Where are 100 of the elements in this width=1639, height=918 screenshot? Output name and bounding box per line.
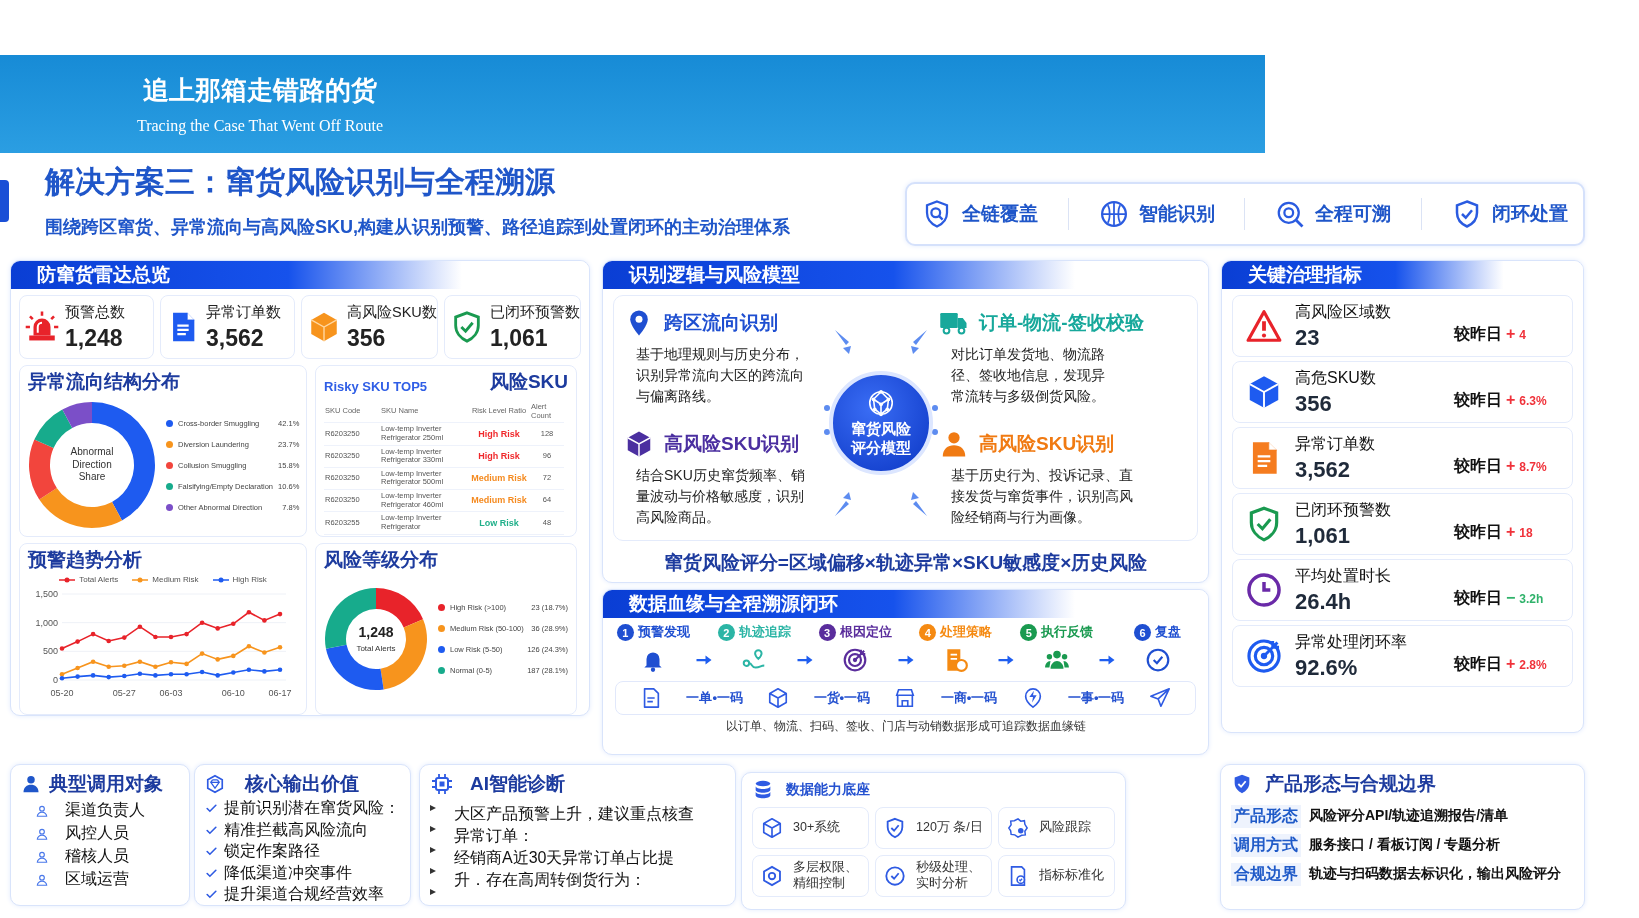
page-subtitle: 围绕跨区窜货、异常流向与高风险SKU,构建从识别预警、路径追踪到处置闭环的主动治理体系 [45, 216, 790, 239]
formula-text: 窜货风险评分=区域偏移×轨迹异常×SKU敏感度×历史风险 [662, 551, 1149, 575]
panel-title: 产品形态与合规边界 [1265, 772, 1436, 796]
tick-label: 05-20 [50, 688, 74, 698]
tick-label: 05-27 [112, 688, 136, 698]
section-header: 识别逻辑与风险模型 [603, 261, 1208, 289]
metric-label: 异常处理闭环率 [1295, 631, 1408, 652]
metric-value: 23 [1295, 324, 1321, 351]
shield-check-icon [884, 817, 906, 839]
tick-label: 06-10 [221, 688, 245, 698]
cube-icon [767, 687, 790, 709]
table-cell: High Risk [468, 445, 530, 468]
tick-label: 06-03 [159, 688, 183, 698]
tile-label: 精细控制 [793, 876, 846, 892]
chart-center-label: Total Alerts [355, 643, 397, 654]
section-header: 数据血缘与全程溯源闭环 [603, 590, 1208, 618]
row-label: 调用方式 [1231, 834, 1301, 857]
legend-dot [166, 461, 173, 469]
step-number: 4 [919, 624, 937, 641]
code-label: 一单•一码 [686, 689, 743, 707]
legend-label: High Risk [232, 575, 267, 584]
legend-dot [166, 419, 173, 427]
item-text: 结合SKU历史窜货频率、销量波动与价格敏感度，识别高风险商品。 [635, 466, 806, 527]
delta-sign: + [1506, 456, 1516, 475]
delta-sign: + [1506, 522, 1516, 541]
network-icon [866, 388, 896, 419]
compare-label: 较昨日 [1454, 323, 1502, 344]
banner-title: 追上那箱走错路的货 [143, 75, 377, 107]
user-icon [35, 826, 49, 841]
banner-subtitle: Tracing the Case That Went Off Route [136, 117, 384, 135]
tile-label: 120万 条/日 [916, 820, 983, 836]
cube-icon [761, 817, 783, 839]
delta-sign: + [1506, 324, 1516, 343]
tile-label: 秒级处理、 [916, 860, 981, 876]
metric-label: 高危SKU数 [1295, 367, 1377, 388]
list-item: 稽核人员 [65, 846, 129, 866]
legend-label: Total Alerts [79, 575, 119, 584]
section-header: 关键治理指标 [1222, 261, 1583, 289]
tile-label: 实时分析 [916, 876, 969, 892]
chart-title: 风险等级分布 [324, 549, 438, 570]
step-label: 根因定位 [839, 624, 892, 641]
step-label: 预警发现 [637, 624, 690, 641]
list-item: 区域运营 [65, 869, 129, 889]
chart-center-value: 1,248 [357, 624, 395, 642]
compare-label: 较昨日 [1454, 389, 1502, 410]
legend-label: Medium Risk [152, 575, 199, 584]
delta-value: 4 [1519, 327, 1527, 342]
tile-label: 30+系统 [793, 820, 841, 836]
store-icon [894, 687, 917, 709]
row-label: 合规边界 [1231, 863, 1301, 886]
user-icon [35, 803, 49, 818]
item-text: 对比订单发货地、物流路径、签收地信息，发现异常流转与多级倒货风险。 [950, 345, 1106, 406]
metric-label: 异常订单数 [1295, 433, 1376, 454]
tile-label: 风险跟踪 [1039, 820, 1091, 836]
chart-title: 预警趋势分析 [28, 549, 142, 570]
stat-label: 高风险SKU数 [347, 302, 437, 322]
tile-label: 指标标准化 [1039, 868, 1104, 884]
legend-dot [438, 667, 445, 674]
legend-line-icon [212, 576, 229, 583]
compare-label: 较昨日 [1454, 455, 1502, 476]
step-label: 复盘 [1155, 624, 1182, 641]
delta-sign: + [1506, 390, 1516, 409]
clock-icon [1245, 571, 1283, 609]
target-icon [1245, 637, 1283, 675]
row-value: 服务接口 / 看板订阅 / 专题分析 [1309, 835, 1502, 854]
row-label: 产品形态 [1231, 805, 1301, 828]
legend-dot [438, 625, 445, 632]
target-icon [842, 647, 869, 673]
person-icon [21, 774, 41, 794]
metric-label: 平均处置时长 [1295, 565, 1392, 586]
panel-title: 核心输出价值 [245, 772, 359, 796]
item-title: 跨区流向识别 [664, 311, 778, 335]
chart-title: 异常流向结构分布 [28, 371, 180, 392]
tick-label: 1,000 [35, 617, 58, 628]
list-item: 渠道负责人 [65, 800, 145, 820]
code-label: 一商•一码 [940, 689, 998, 707]
row-value: 风险评分API/轨迹追溯报告/清单 [1309, 806, 1510, 825]
stat-value: 1,248 [65, 324, 124, 352]
tick-label: 0 [53, 675, 58, 685]
table-cell: Low Risk [468, 512, 530, 535]
tick-label: 1,500 [35, 589, 58, 599]
panel-title: 数据能力底座 [786, 781, 870, 799]
page-title: 解决方案三：窜货风险识别与全程溯源 [45, 164, 556, 200]
feature-label: 全链覆盖 [961, 202, 1038, 226]
legend-dot [166, 440, 173, 448]
list-item: 提升渠道合规经营效率 [224, 884, 384, 905]
step-number: 5 [1020, 624, 1038, 641]
accent-bar [0, 180, 9, 222]
check-circle-icon [884, 865, 906, 887]
metric-value: 26.4h [1295, 588, 1353, 615]
user-icon [35, 872, 49, 887]
list-item: 降低渠道冲突事件 [224, 862, 352, 883]
legend-line-icon [59, 576, 76, 583]
chart-center-label: Abnormal Direction Share [69, 446, 115, 484]
compare-label: 较昨日 [1454, 587, 1502, 608]
table-cell: High Risk [468, 423, 530, 446]
tick-label: 06-17 [268, 688, 292, 698]
badge-icon [1007, 817, 1029, 839]
code-label: 一事•一码 [1067, 689, 1125, 707]
legend-dot [166, 503, 173, 511]
